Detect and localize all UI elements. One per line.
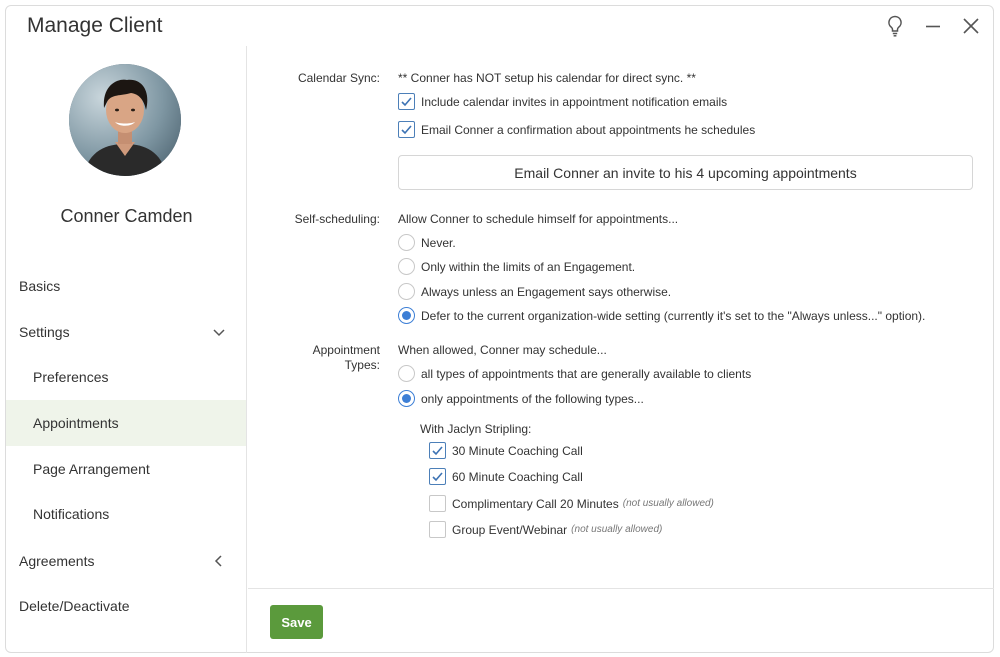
- appointment-type-60-minute[interactable]: 60 Minute Coaching Call: [429, 468, 583, 485]
- lightbulb-icon[interactable]: [883, 14, 907, 38]
- sidebar-item-basics[interactable]: Basics: [6, 263, 246, 309]
- self-scheduling-option-engagement[interactable]: Only within the limits of an Engagement.: [398, 258, 635, 275]
- calendar-sync-status-text: ** Conner has NOT setup his calendar for…: [398, 71, 696, 85]
- type-note: (not usually allowed): [622, 498, 714, 509]
- option-label: Never.: [421, 235, 456, 250]
- type-note: (not usually allowed): [571, 524, 663, 535]
- radio-defer[interactable]: [398, 307, 415, 324]
- title-actions: [883, 14, 983, 38]
- sidebar: Conner Camden Basics Settings Preference…: [6, 46, 247, 653]
- option-label: all types of appointments that are gener…: [421, 366, 752, 381]
- sidebar-item-label: Basics: [19, 278, 61, 294]
- appointment-type-30-minute[interactable]: 30 Minute Coaching Call: [429, 442, 583, 459]
- radio-always-unless[interactable]: [398, 283, 415, 300]
- calendar-sync-label: Calendar Sync:: [297, 71, 380, 85]
- appointment-types-intro-text: When allowed, Conner may schedule...: [398, 343, 607, 357]
- sidebar-item-label: Settings: [19, 324, 70, 340]
- window-title: Manage Client: [27, 14, 163, 37]
- calendar-sync-status: ** Conner has NOT setup his calendar for…: [398, 71, 696, 85]
- email-invite-button[interactable]: Email Conner an invite to his 4 upcoming…: [398, 155, 973, 190]
- chevron-left-icon[interactable]: [212, 554, 226, 568]
- option-label: only appointments of the following types…: [421, 391, 644, 406]
- coach-group-label: With Jaclyn Stripling:: [420, 422, 531, 436]
- type-checkbox[interactable]: [429, 442, 446, 459]
- self-scheduling-option-defer[interactable]: Defer to the current organization-wide s…: [398, 307, 925, 324]
- option-label: Defer to the current organization-wide s…: [421, 308, 926, 323]
- appointment-types-option-all[interactable]: all types of appointments that are gener…: [398, 365, 751, 382]
- email-confirmation-option[interactable]: Email Conner a confirmation about appoin…: [398, 121, 755, 138]
- appointment-types-label: Appointment Types:: [248, 343, 380, 373]
- option-label: Always unless an Engagement says otherwi…: [421, 284, 672, 299]
- appointment-type-group-event[interactable]: Group Event/Webinar (not usually allowed…: [429, 521, 662, 538]
- include-invites-checkbox[interactable]: [398, 93, 415, 110]
- sidebar-item-settings[interactable]: Settings: [6, 309, 246, 355]
- sidebar-item-label: Notifications: [33, 506, 110, 522]
- email-confirmation-label: Email Conner a confirmation about appoin…: [421, 122, 756, 137]
- avatar: [69, 64, 181, 176]
- sidebar-item-label: Delete/Deactivate: [19, 598, 130, 614]
- appointment-types-label-line1: Appointment: [312, 343, 380, 357]
- type-checkbox[interactable]: [429, 468, 446, 485]
- sidebar-item-delete-deactivate[interactable]: Delete/Deactivate: [6, 583, 246, 629]
- sidebar-item-notifications[interactable]: Notifications: [6, 491, 246, 537]
- type-checkbox[interactable]: [429, 495, 446, 512]
- include-invites-option[interactable]: Include calendar invites in appointment …: [398, 93, 727, 110]
- settings-panel: Calendar Sync: ** Conner has NOT setup h…: [248, 46, 994, 588]
- include-invites-label: Include calendar invites in appointment …: [421, 94, 728, 109]
- option-label: Only within the limits of an Engagement.: [421, 259, 636, 274]
- footer: Save: [248, 588, 994, 654]
- chevron-down-icon[interactable]: [212, 325, 226, 339]
- type-label: Complimentary Call 20 Minutes: [452, 496, 619, 511]
- radio-all-types[interactable]: [398, 365, 415, 382]
- minimize-icon[interactable]: [921, 14, 945, 38]
- self-scheduling-option-always[interactable]: Always unless an Engagement says otherwi…: [398, 283, 671, 300]
- client-name: Conner Camden: [60, 206, 193, 226]
- appointment-types-option-only[interactable]: only appointments of the following types…: [398, 390, 644, 407]
- self-scheduling-label: Self-scheduling:: [294, 212, 380, 226]
- self-scheduling-intro: Allow Conner to schedule himself for app…: [398, 212, 678, 226]
- self-scheduling-intro-text: Allow Conner to schedule himself for app…: [398, 212, 679, 226]
- sidebar-item-label: Appointments: [33, 415, 119, 431]
- manage-client-window: Manage Client Conner Camden Basics Setti…: [5, 5, 994, 653]
- type-checkbox[interactable]: [429, 521, 446, 538]
- radio-only-following[interactable]: [398, 390, 415, 407]
- type-label: Group Event/Webinar: [452, 522, 568, 537]
- close-icon[interactable]: [959, 14, 983, 38]
- appointment-type-complimentary[interactable]: Complimentary Call 20 Minutes (not usual…: [429, 495, 714, 512]
- sidebar-item-page-arrangement[interactable]: Page Arrangement: [6, 446, 246, 492]
- type-label: 30 Minute Coaching Call: [452, 443, 583, 458]
- sidebar-item-label: Preferences: [33, 369, 109, 385]
- sidebar-item-appointments[interactable]: Appointments: [6, 400, 246, 446]
- sidebar-item-preferences[interactable]: Preferences: [6, 354, 246, 400]
- coach-group-label-text: With Jaclyn Stripling:: [420, 422, 532, 436]
- self-scheduling-option-never[interactable]: Never.: [398, 234, 456, 251]
- sidebar-item-label: Agreements: [19, 553, 95, 569]
- email-confirmation-checkbox[interactable]: [398, 121, 415, 138]
- type-label: 60 Minute Coaching Call: [452, 469, 583, 484]
- sidebar-item-label: Page Arrangement: [33, 461, 150, 477]
- appointment-types-intro: When allowed, Conner may schedule...: [398, 343, 607, 357]
- title-bar: Manage Client: [6, 6, 993, 46]
- radio-never[interactable]: [398, 234, 415, 251]
- save-button[interactable]: Save: [270, 605, 323, 639]
- sidebar-item-agreements[interactable]: Agreements: [6, 538, 246, 584]
- radio-engagement-limits[interactable]: [398, 258, 415, 275]
- appointment-types-label-line2: Types:: [344, 358, 380, 372]
